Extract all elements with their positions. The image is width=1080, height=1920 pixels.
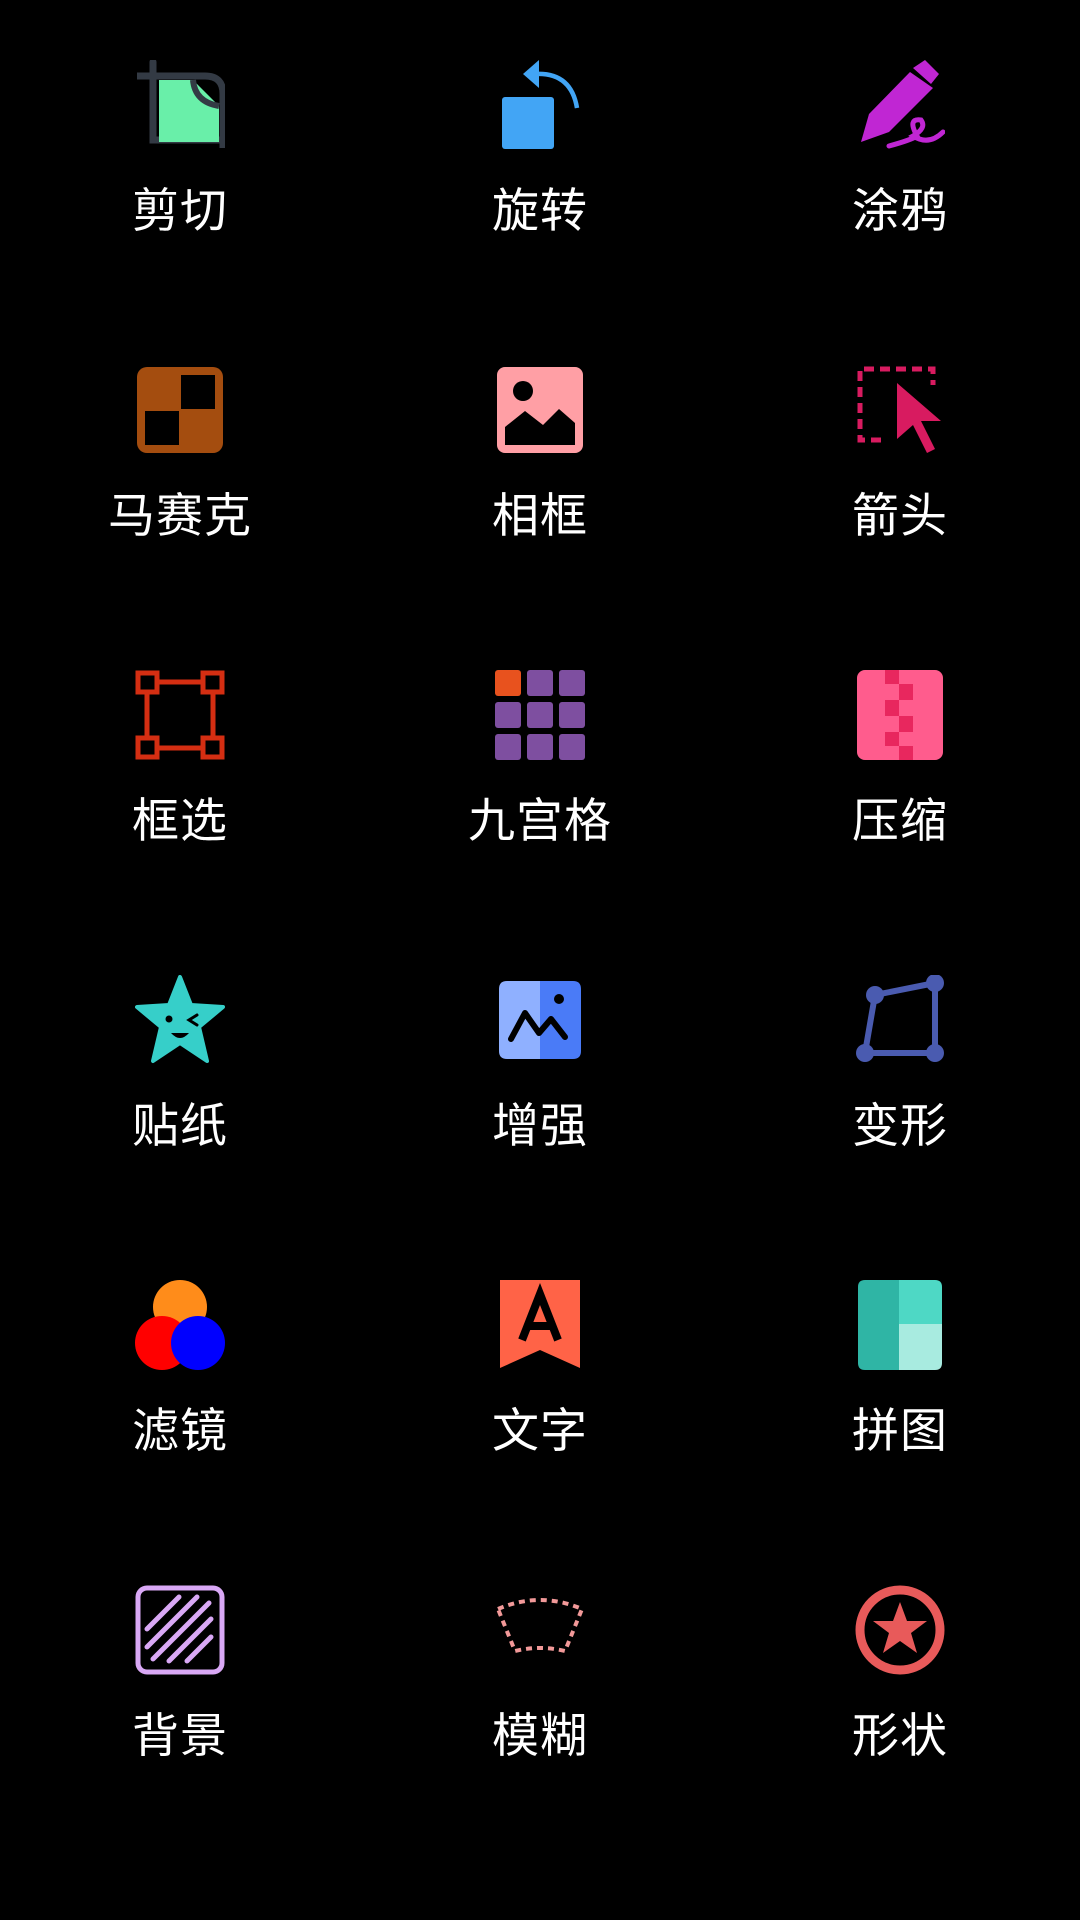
tool-rotate[interactable]: 旋转 (420, 60, 660, 270)
tool-select[interactable]: 框选 (60, 670, 300, 880)
enhance-icon (495, 975, 585, 1065)
tool-label: 文字 (492, 1404, 588, 1459)
nine-grid-icon (495, 670, 585, 760)
tool-label: 背景 (132, 1709, 228, 1764)
tool-arrow[interactable]: 箭头 (780, 365, 1020, 575)
text-icon (495, 1280, 585, 1370)
tool-frame[interactable]: 相框 (420, 365, 660, 575)
tool-enhance[interactable]: 增强 (420, 975, 660, 1185)
tool-label: 马赛克 (108, 489, 252, 544)
tool-nine-grid[interactable]: 九宫格 (420, 670, 660, 880)
tool-sticker[interactable]: 贴纸 (60, 975, 300, 1185)
collage-icon (855, 1280, 945, 1370)
tool-shape[interactable]: 形状 (780, 1585, 1020, 1795)
color-filter-icon (135, 1280, 225, 1370)
crop-icon (135, 60, 225, 150)
tool-label: 框选 (132, 794, 228, 849)
rotate-icon (495, 60, 585, 150)
tool-label: 剪切 (132, 184, 228, 239)
tool-label: 拼图 (852, 1404, 948, 1459)
star-circle-icon (855, 1585, 945, 1675)
tool-label: 相框 (492, 489, 588, 544)
tool-label: 滤镜 (132, 1404, 228, 1459)
tool-compress[interactable]: 压缩 (780, 670, 1020, 880)
blur-icon (495, 1585, 585, 1675)
arrow-cursor-icon (855, 365, 945, 455)
tool-background[interactable]: 背景 (60, 1585, 300, 1795)
transform-icon (855, 975, 945, 1065)
tool-collage[interactable]: 拼图 (780, 1280, 1020, 1490)
tool-grid: 剪切 旋转 涂鸦 马赛克 相框 箭头 框选 九宫格 压缩 贴纸 增强 变形 滤镜… (0, 0, 1080, 1920)
tool-crop[interactable]: 剪切 (60, 60, 300, 270)
tool-label: 贴纸 (132, 1099, 228, 1154)
tool-doodle[interactable]: 涂鸦 (780, 60, 1020, 270)
tool-label: 压缩 (852, 794, 948, 849)
tool-label: 涂鸦 (852, 184, 948, 239)
tool-label: 增强 (492, 1099, 588, 1154)
selection-box-icon (135, 670, 225, 760)
image-frame-icon (495, 365, 585, 455)
tool-label: 变形 (852, 1099, 948, 1154)
tool-label: 模糊 (492, 1709, 588, 1764)
tool-label: 箭头 (852, 489, 948, 544)
star-sticker-icon (135, 975, 225, 1065)
tool-mosaic[interactable]: 马赛克 (60, 365, 300, 575)
background-pattern-icon (135, 1585, 225, 1675)
tool-label: 形状 (852, 1709, 948, 1764)
pencil-icon (855, 60, 945, 150)
tool-label: 旋转 (492, 184, 588, 239)
tool-text[interactable]: 文字 (420, 1280, 660, 1490)
zip-icon (855, 670, 945, 760)
tool-filter[interactable]: 滤镜 (60, 1280, 300, 1490)
tool-blur[interactable]: 模糊 (420, 1585, 660, 1795)
mosaic-icon (135, 365, 225, 455)
tool-label: 九宫格 (468, 794, 612, 849)
tool-transform[interactable]: 变形 (780, 975, 1020, 1185)
